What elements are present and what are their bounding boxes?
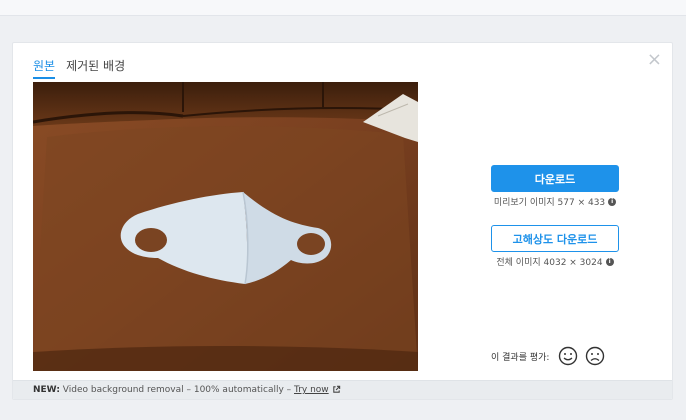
smile-icon[interactable] — [558, 346, 578, 366]
tab-removed-background[interactable]: 제거된 배경 — [66, 57, 125, 79]
external-link-icon[interactable] — [332, 385, 341, 394]
result-card: × 원본 제거된 배경 다운로드 미리보기 이미지 577 × 433 i 고해… — [12, 42, 673, 400]
download-button[interactable]: 다운로드 — [491, 165, 619, 192]
tab-bar: 원본 제거된 배경 — [33, 57, 125, 79]
rating-label: 이 결과를 평가: — [491, 352, 550, 363]
new-label: NEW: — [33, 385, 60, 395]
preview-size-text: 미리보기 이미지 577 × 433 — [493, 198, 606, 208]
close-icon[interactable]: × — [647, 51, 662, 69]
preview-size-info: 미리보기 이미지 577 × 433 i — [491, 195, 619, 208]
full-size-text: 전체 이미지 4032 × 3024 — [496, 258, 603, 268]
full-size-info: 전체 이미지 4032 × 3024 i — [491, 255, 619, 268]
download-panel: 다운로드 미리보기 이미지 577 × 433 i 고해상도 다운로드 전체 이… — [491, 165, 619, 268]
info-icon[interactable]: i — [608, 197, 617, 206]
rating-area: 이 결과를 평가: — [491, 346, 605, 366]
frown-icon[interactable] — [585, 346, 605, 366]
mask-on-sofa-photo — [33, 82, 418, 371]
tab-original[interactable]: 원본 — [33, 57, 56, 79]
try-now-link[interactable]: Try now — [294, 385, 329, 395]
top-bar — [0, 0, 686, 16]
promo-text: Video background removal – 100% automati… — [59, 385, 295, 395]
original-image — [33, 82, 418, 371]
info-icon[interactable]: i — [605, 257, 614, 266]
hd-download-button[interactable]: 고해상도 다운로드 — [491, 225, 619, 252]
promo-footer: NEW: Video background removal – 100% aut… — [13, 380, 672, 399]
